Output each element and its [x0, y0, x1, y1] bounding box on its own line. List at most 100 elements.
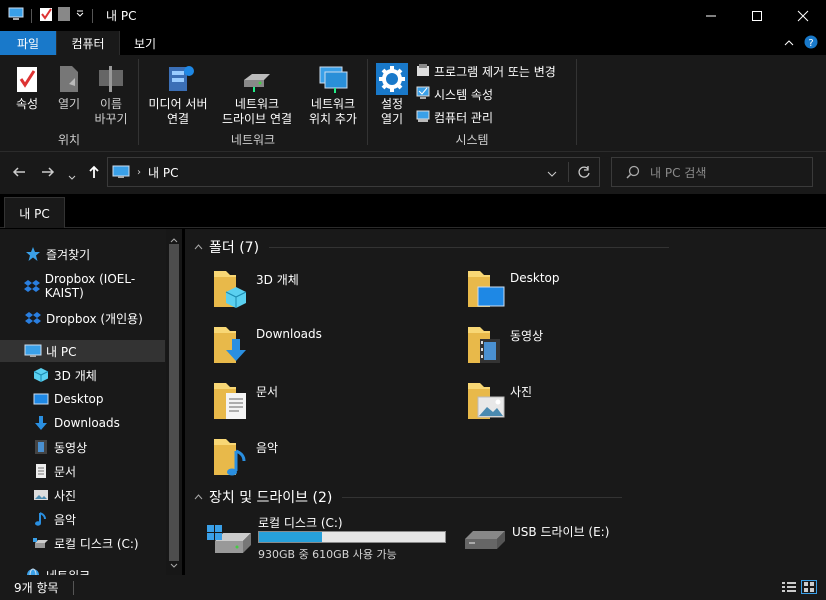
folder-videos[interactable]: 동영상	[466, 323, 666, 373]
search-input[interactable]: 내 PC 검색	[650, 164, 706, 181]
chevron-down-icon[interactable]	[75, 7, 85, 24]
maximize-button[interactable]	[734, 0, 780, 31]
drive-local-c[interactable]: 로컬 디스크 (C:) 930GB 중 610GB 사용 가능	[205, 513, 475, 563]
tab-file[interactable]: 파일	[0, 31, 56, 55]
folder-music[interactable]: 음악	[212, 435, 412, 485]
network-drive-icon	[240, 61, 274, 97]
ribbon-group-label: 위치	[57, 133, 81, 147]
folder-desktop[interactable]: Desktop	[466, 267, 666, 317]
status-bar: 9개 항목	[0, 575, 826, 600]
details-view-icon[interactable]	[782, 581, 796, 596]
open-settings-button[interactable]: 설정 열기	[372, 61, 412, 127]
document-icon	[212, 379, 252, 426]
dropbox-icon	[24, 309, 42, 327]
folder-documents[interactable]: 문서	[212, 379, 412, 429]
tab-view[interactable]: 보기	[120, 31, 170, 55]
nav-item-pictures[interactable]: 사진	[0, 484, 165, 506]
drive-usage-bar	[258, 531, 446, 543]
ribbon-group-location: 속성 열기 이름 바꾸기 위치	[0, 55, 138, 152]
gear-icon	[376, 61, 408, 97]
media-server-icon	[161, 61, 195, 97]
nav-item-music[interactable]: 음악	[0, 508, 165, 530]
music-note-icon	[212, 435, 252, 482]
ribbon-group-label: 네트워크	[230, 133, 276, 147]
computer-management-button[interactable]: 컴퓨터 관리	[416, 107, 493, 127]
large-icons-view-icon[interactable]	[801, 580, 817, 594]
cube-icon	[212, 267, 252, 314]
chevron-down-icon[interactable]	[547, 167, 557, 181]
nav-item-videos[interactable]: 동영상	[0, 436, 165, 458]
drive-usb-e[interactable]: USB 드라이브 (E:)	[463, 513, 663, 563]
nav-item-downloads[interactable]: Downloads	[0, 412, 165, 434]
drive-icon	[32, 534, 50, 552]
tab-computer[interactable]: 컴퓨터	[56, 31, 120, 55]
location-tab-strip: 내 PC	[0, 194, 826, 228]
up-icon[interactable]	[87, 165, 101, 183]
ribbon-group-label: 시스템	[455, 133, 489, 147]
recent-locations-icon[interactable]	[68, 168, 76, 186]
computer-icon	[24, 342, 42, 360]
music-note-icon	[32, 510, 50, 528]
computer-management-icon	[416, 109, 430, 126]
nav-item-dropbox-personal[interactable]: Dropbox (개인용)	[0, 307, 165, 329]
cube-icon	[32, 366, 50, 384]
minimize-button[interactable]	[688, 0, 734, 31]
video-icon	[466, 323, 506, 370]
back-icon[interactable]	[12, 165, 26, 183]
nav-item-network[interactable]: 네트워크	[0, 564, 165, 575]
nav-item-documents[interactable]: 문서	[0, 460, 165, 482]
drive-usage-fill	[259, 532, 323, 542]
properties-button[interactable]: 속성	[10, 61, 44, 112]
add-network-location-button[interactable]: 네트워크 위치 추가	[303, 61, 363, 127]
svg-text:?: ?	[808, 38, 813, 49]
open-icon	[57, 61, 81, 97]
dropbox-icon	[24, 277, 41, 295]
media-server-button[interactable]: 미디어 서버 연결	[144, 61, 212, 127]
new-folder-icon[interactable]	[57, 6, 71, 25]
location-tab-this-pc[interactable]: 내 PC	[4, 197, 65, 228]
map-network-drive-button[interactable]: 네트워크 드라이브 연결	[215, 61, 299, 127]
nav-pane-scrollbar[interactable]	[166, 229, 182, 575]
nav-item-local-disk[interactable]: 로컬 디스크 (C:)	[0, 532, 165, 554]
download-icon	[32, 414, 50, 432]
scrollbar-thumb[interactable]	[169, 244, 179, 561]
rename-button[interactable]: 이름 바꾸기	[88, 61, 134, 127]
computer-icon	[8, 7, 24, 24]
close-button[interactable]	[780, 0, 826, 31]
drives-section-header[interactable]: 장치 및 드라이브 (2)	[194, 487, 623, 507]
system-properties-button[interactable]: 시스템 속성	[416, 84, 493, 104]
nav-item-desktop[interactable]: Desktop	[0, 388, 165, 410]
folders-section-header[interactable]: 폴더 (7)	[194, 237, 670, 257]
title-bar: 내 PC	[0, 0, 826, 31]
expand-ribbon-icon[interactable]	[784, 37, 794, 51]
network-icon	[24, 566, 42, 575]
nav-item-this-pc[interactable]: 내 PC	[0, 340, 165, 362]
address-bar[interactable]: › 내 PC	[107, 157, 600, 187]
help-icon[interactable]: ?	[804, 35, 818, 52]
refresh-icon[interactable]	[577, 165, 591, 182]
scroll-down-icon[interactable]	[170, 558, 178, 572]
system-properties-icon	[416, 86, 430, 103]
open-button[interactable]: 열기	[52, 61, 86, 112]
uninstall-program-button[interactable]: 프로그램 제거 또는 변경	[416, 61, 556, 81]
folder-pictures[interactable]: 사진	[466, 379, 666, 429]
picture-icon	[32, 486, 50, 504]
folder-3d-objects[interactable]: 3D 개체	[212, 267, 412, 317]
nav-item-dropbox-work[interactable]: Dropbox (IOEL-KAIST)	[0, 272, 165, 300]
folder-downloads[interactable]: Downloads	[212, 323, 412, 373]
ribbon: 속성 열기 이름 바꾸기 위치 미디어 서버 연결 네트워크 드라이브 연결 네…	[0, 55, 826, 152]
network-location-icon	[317, 61, 349, 97]
nav-item-3d-objects[interactable]: 3D 개체	[0, 364, 165, 386]
usb-drive-icon	[463, 527, 509, 556]
properties-icon[interactable]	[39, 6, 53, 25]
document-icon	[32, 462, 50, 480]
search-box[interactable]: 내 PC 검색	[611, 157, 813, 187]
desktop-icon	[32, 390, 50, 408]
forward-icon[interactable]	[41, 165, 55, 183]
ribbon-group-system: 설정 열기 프로그램 제거 또는 변경 시스템 속성 컴퓨터 관리 시스템	[368, 55, 576, 152]
rename-icon	[97, 61, 125, 97]
download-icon	[212, 323, 252, 370]
nav-item-quick-access[interactable]: 즐겨찾기	[0, 243, 165, 265]
breadcrumb-this-pc[interactable]: 내 PC	[148, 164, 178, 181]
picture-icon	[466, 379, 506, 426]
